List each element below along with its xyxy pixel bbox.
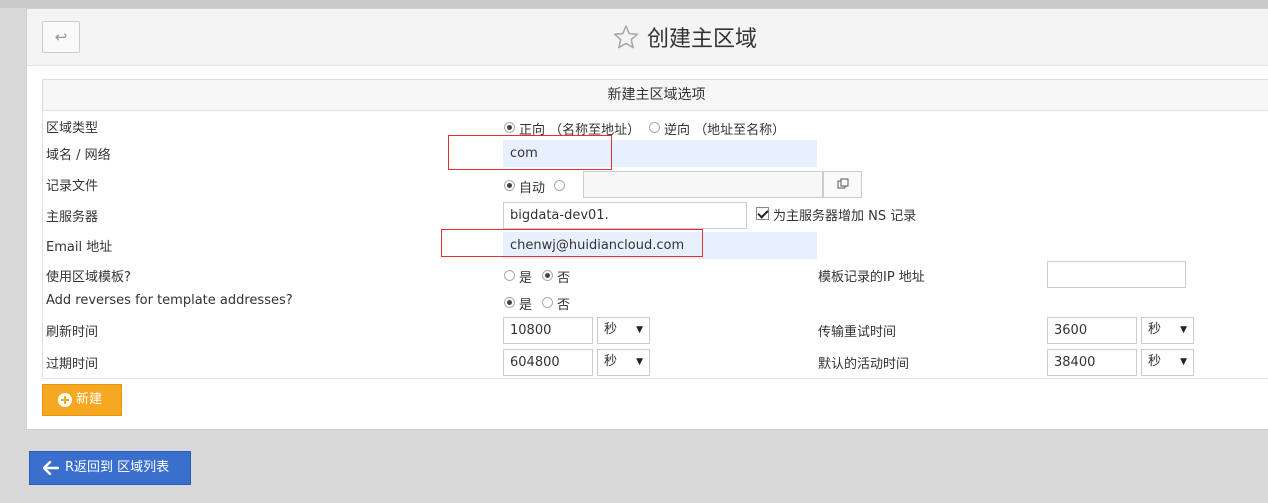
default-ttl-input[interactable]: 38400 xyxy=(1047,349,1137,376)
file-chooser-button[interactable] xyxy=(823,171,862,198)
refresh-unit-select[interactable]: 秒 ▼ xyxy=(597,317,650,344)
arrow-left-icon xyxy=(43,461,59,475)
title-wrap: 创建主区域 xyxy=(613,21,757,53)
zone-type-reverse-radio[interactable] xyxy=(649,122,660,133)
star-outline-icon xyxy=(613,25,639,49)
zone-type-forward-radio[interactable] xyxy=(504,122,515,133)
dropdown-arrow-icon: ▼ xyxy=(1180,325,1187,335)
refresh-input[interactable]: 10800 xyxy=(503,317,593,344)
return-to-zone-list-button[interactable]: R返回到 区域列表 xyxy=(29,451,191,485)
refresh-label: 刷新时间 xyxy=(46,325,99,340)
expire-label: 过期时间 xyxy=(46,357,99,372)
default-ttl-unit-value: 秒 xyxy=(1148,354,1162,369)
page-title: 创建主区域 xyxy=(647,27,758,52)
dropdown-arrow-icon: ▼ xyxy=(636,325,643,335)
zone-options-section: 新建主区域选项 区域类型 正向 （名称至地址） 逆向 （地址至名称） 域名 / … xyxy=(42,79,1268,379)
retry-unit-select[interactable]: 秒 ▼ xyxy=(1141,317,1194,344)
zone-type-label: 区域类型 xyxy=(46,121,99,136)
main-panel: ↩ 创建主区域 新建主区域选项 区域类型 正向 （名称至地址） 逆向 （地址至名… xyxy=(26,8,1268,430)
page-header: ↩ 创建主区域 xyxy=(27,9,1268,66)
add-ns-record-label[interactable]: 为主服务器增加 NS 记录 xyxy=(773,205,916,224)
use-template-yes-radio[interactable] xyxy=(504,270,515,281)
master-server-input[interactable]: bigdata-dev01. xyxy=(503,202,747,229)
undo-arrow-icon: ↩ xyxy=(54,28,68,46)
dropdown-arrow-icon: ▼ xyxy=(636,357,643,367)
default-ttl-unit-select[interactable]: 秒 ▼ xyxy=(1141,349,1194,376)
record-file-auto-radio[interactable] xyxy=(504,180,515,191)
add-reverses-yes-radio[interactable] xyxy=(504,297,515,308)
template-ip-input[interactable] xyxy=(1047,261,1186,288)
add-reverses-label: Add reverses for template addresses? xyxy=(46,293,293,308)
retry-label: 传输重试时间 xyxy=(818,325,897,340)
record-file-auto-label[interactable]: 自动 xyxy=(519,177,545,196)
domain-input[interactable]: com xyxy=(503,140,817,167)
zone-type-forward-label[interactable]: 正向 （名称至地址） xyxy=(519,119,640,138)
add-reverses-no-radio[interactable] xyxy=(542,297,553,308)
create-button[interactable]: 新建 xyxy=(42,384,122,416)
copy-icon xyxy=(837,178,848,189)
expire-input[interactable]: 604800 xyxy=(503,349,593,376)
refresh-unit-value: 秒 xyxy=(604,322,618,337)
add-reverses-yes-label[interactable]: 是 xyxy=(519,294,532,313)
master-server-label: 主服务器 xyxy=(46,210,99,225)
add-ns-record-checkbox[interactable] xyxy=(756,207,769,220)
email-label: Email 地址 xyxy=(46,240,113,255)
dropdown-arrow-icon: ▼ xyxy=(1180,357,1187,367)
zone-type-reverse-label[interactable]: 逆向 （地址至名称） xyxy=(664,119,785,138)
record-file-label: 记录文件 xyxy=(46,179,99,194)
template-ip-label: 模板记录的IP 地址 xyxy=(818,270,925,285)
use-template-no-label[interactable]: 否 xyxy=(557,267,570,286)
section-title: 新建主区域选项 xyxy=(43,80,1268,111)
use-template-label: 使用区域模板? xyxy=(46,270,131,285)
record-file-custom-radio[interactable] xyxy=(554,180,565,191)
email-input[interactable]: chenwj@huidiancloud.com xyxy=(503,232,817,259)
back-button[interactable]: ↩ xyxy=(42,21,80,53)
use-template-no-radio[interactable] xyxy=(542,270,553,281)
retry-unit-value: 秒 xyxy=(1148,322,1162,337)
retry-input[interactable]: 3600 xyxy=(1047,317,1137,344)
use-template-yes-label[interactable]: 是 xyxy=(519,267,532,286)
return-button-label: R返回到 区域列表 xyxy=(65,460,170,475)
domain-label: 域名 / 网络 xyxy=(46,148,111,163)
expire-unit-select[interactable]: 秒 ▼ xyxy=(597,349,650,376)
record-file-input[interactable] xyxy=(583,171,823,198)
expire-unit-value: 秒 xyxy=(604,354,618,369)
add-reverses-no-label[interactable]: 否 xyxy=(557,294,570,313)
top-strip xyxy=(0,0,1268,8)
plus-circle-icon xyxy=(58,393,72,407)
default-ttl-label: 默认的活动时间 xyxy=(818,357,910,372)
create-button-label: 新建 xyxy=(76,392,103,407)
